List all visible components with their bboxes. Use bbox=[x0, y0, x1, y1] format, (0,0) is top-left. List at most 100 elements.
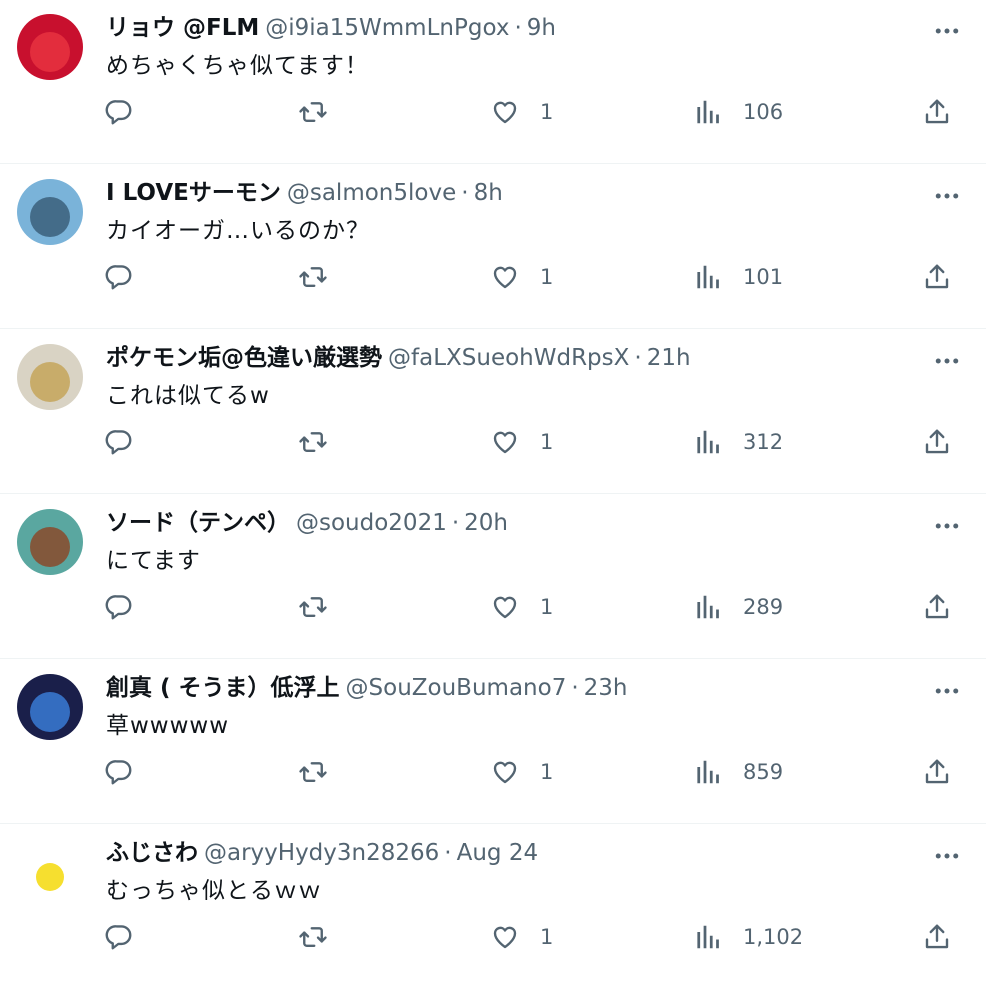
more-icon bbox=[935, 523, 959, 529]
like-count: 1 bbox=[540, 595, 554, 619]
more-options-button[interactable] bbox=[930, 674, 964, 708]
retweet-button[interactable] bbox=[298, 90, 328, 134]
reply-button[interactable] bbox=[104, 90, 134, 134]
avatar[interactable] bbox=[17, 344, 83, 410]
reply-timeline: リョウ @FLM @i9ia15WmmLnPgox · 9h めちゃくちゃ似てます！ … bbox=[0, 0, 986, 982]
reply-button[interactable] bbox=[104, 915, 134, 959]
reply-icon bbox=[105, 760, 132, 785]
like-button[interactable]: 1 bbox=[490, 90, 553, 134]
retweet-icon bbox=[299, 597, 327, 617]
views-button[interactable]: 312 bbox=[693, 420, 783, 464]
like-button[interactable]: 1 bbox=[490, 750, 553, 794]
separator-dot: · bbox=[571, 675, 579, 701]
tweet[interactable]: 創真 ( そうま）低浮上 @SouZouBumano7 · 23h 草wwwww 1 … bbox=[0, 660, 986, 824]
avatar[interactable] bbox=[17, 839, 83, 905]
more-options-button[interactable] bbox=[930, 344, 964, 378]
views-button[interactable]: 1,102 bbox=[693, 915, 803, 959]
reply-icon bbox=[105, 265, 132, 290]
reply-button[interactable] bbox=[104, 750, 134, 794]
retweet-icon bbox=[299, 102, 327, 122]
reply-button[interactable] bbox=[104, 255, 134, 299]
more-icon bbox=[935, 193, 959, 199]
retweet-button[interactable] bbox=[298, 585, 328, 629]
avatar-image bbox=[17, 509, 83, 575]
views-button[interactable]: 106 bbox=[693, 90, 783, 134]
user-handle[interactable]: @aryyHydy3n28266 bbox=[204, 840, 439, 866]
reply-button[interactable] bbox=[104, 585, 134, 629]
tweet[interactable]: ふじさわ @aryyHydy3n28266 · Aug 24 むっちゃ似とるｗｗ 1 … bbox=[0, 825, 986, 982]
reply-button[interactable] bbox=[104, 420, 134, 464]
tweet-text: これは似てるw bbox=[106, 383, 270, 409]
retweet-button[interactable] bbox=[298, 915, 328, 959]
share-icon bbox=[925, 99, 949, 124]
like-count: 1 bbox=[540, 100, 554, 124]
retweet-icon bbox=[299, 927, 327, 947]
views-button[interactable]: 859 bbox=[693, 750, 783, 794]
tweet-text: にてます bbox=[106, 548, 201, 574]
display-name[interactable]: ポケモン垢@色違い厳選勢 bbox=[106, 345, 382, 371]
retweet-button[interactable] bbox=[298, 420, 328, 464]
separator-dot: · bbox=[634, 345, 642, 371]
action-bar: 1 101 bbox=[0, 255, 986, 299]
user-handle[interactable]: @i9ia15WmmLnPgox bbox=[265, 15, 509, 41]
separator-dot: · bbox=[514, 15, 522, 41]
retweet-icon bbox=[299, 267, 327, 287]
more-options-button[interactable] bbox=[930, 14, 964, 48]
reply-icon bbox=[105, 100, 132, 125]
retweet-button[interactable] bbox=[298, 750, 328, 794]
user-handle[interactable]: @soudo2021 bbox=[296, 510, 447, 536]
retweet-button[interactable] bbox=[298, 255, 328, 299]
separator-dot: · bbox=[451, 510, 460, 536]
avatar[interactable] bbox=[17, 674, 83, 740]
user-handle[interactable]: @salmon5love bbox=[287, 180, 456, 206]
timestamp[interactable]: 20h bbox=[464, 510, 508, 536]
avatar-image bbox=[17, 14, 83, 80]
more-options-button[interactable] bbox=[930, 179, 964, 213]
timestamp[interactable]: 8h bbox=[474, 180, 503, 206]
display-name[interactable]: ふじさわ bbox=[106, 840, 198, 866]
user-handle[interactable]: @faLXSueohWdRpsX bbox=[388, 345, 629, 371]
tweet[interactable]: ソード（テンペ） @soudo2021 · 20h にてます 1 289 bbox=[0, 495, 986, 659]
display-name[interactable]: 創真 ( そうま）低浮上 bbox=[106, 675, 340, 701]
avatar[interactable] bbox=[17, 14, 83, 80]
like-icon bbox=[493, 266, 517, 289]
timestamp[interactable]: 9h bbox=[527, 15, 556, 41]
separator-dot: · bbox=[461, 180, 469, 206]
avatar-image bbox=[17, 179, 83, 245]
timestamp[interactable]: 21h bbox=[647, 345, 691, 371]
share-button[interactable] bbox=[922, 255, 952, 299]
more-options-button[interactable] bbox=[930, 839, 964, 873]
tweet-text: カイオーガ…いるのか？ bbox=[106, 218, 370, 244]
tweet-header: 創真 ( そうま）低浮上 @SouZouBumano7 · 23h bbox=[106, 672, 627, 704]
like-button[interactable]: 1 bbox=[490, 255, 553, 299]
timestamp[interactable]: Aug 24 bbox=[457, 840, 539, 866]
tweet[interactable]: リョウ @FLM @i9ia15WmmLnPgox · 9h めちゃくちゃ似てます！ … bbox=[0, 0, 986, 164]
timestamp[interactable]: 23h bbox=[584, 675, 628, 701]
action-bar: 1 312 bbox=[0, 420, 986, 464]
user-handle[interactable]: @SouZouBumano7 bbox=[346, 675, 567, 701]
avatar[interactable] bbox=[17, 509, 83, 575]
display-name[interactable]: I LOVEサーモン bbox=[106, 180, 281, 206]
share-button[interactable] bbox=[922, 90, 952, 134]
avatar-image bbox=[17, 839, 83, 905]
like-button[interactable]: 1 bbox=[490, 915, 553, 959]
share-button[interactable] bbox=[922, 915, 952, 959]
share-button[interactable] bbox=[922, 420, 952, 464]
views-icon bbox=[697, 760, 719, 784]
views-button[interactable]: 101 bbox=[693, 255, 783, 299]
display-name[interactable]: リョウ @FLM bbox=[106, 15, 259, 41]
like-icon bbox=[493, 431, 517, 454]
separator-dot: · bbox=[444, 840, 452, 866]
more-options-button[interactable] bbox=[930, 509, 964, 543]
share-button[interactable] bbox=[922, 585, 952, 629]
share-button[interactable] bbox=[922, 750, 952, 794]
view-count: 106 bbox=[743, 100, 784, 124]
tweet[interactable]: ポケモン垢@色違い厳選勢 @faLXSueohWdRpsX · 21h これは似てるw… bbox=[0, 330, 986, 494]
avatar[interactable] bbox=[17, 179, 83, 245]
like-button[interactable]: 1 bbox=[490, 420, 553, 464]
view-count: 312 bbox=[743, 430, 784, 454]
tweet[interactable]: I LOVEサーモン @salmon5love · 8h カイオーガ…いるのか？ 1 … bbox=[0, 165, 986, 329]
like-button[interactable]: 1 bbox=[490, 585, 553, 629]
views-button[interactable]: 289 bbox=[693, 585, 783, 629]
display-name[interactable]: ソード（テンペ） bbox=[106, 510, 290, 536]
